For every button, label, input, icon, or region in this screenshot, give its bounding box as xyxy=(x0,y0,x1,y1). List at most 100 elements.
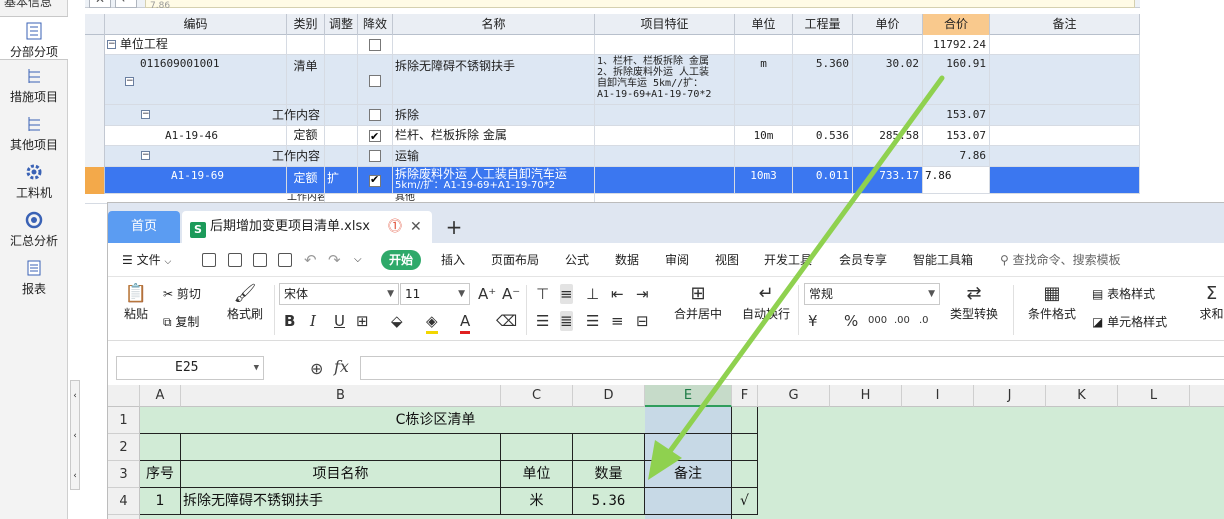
percent-icon[interactable]: % xyxy=(844,311,858,331)
reduce-checkbox[interactable] xyxy=(369,149,381,162)
collapse-icon[interactable]: − xyxy=(107,40,116,49)
menu-member[interactable]: 会员专享 xyxy=(839,243,887,277)
table-style-button[interactable]: ▤ 表格样式 xyxy=(1092,285,1155,302)
nav-item-cuoshi[interactable]: 措施项目 xyxy=(0,66,68,108)
increase-font-icon[interactable]: A⁺ xyxy=(478,284,496,304)
column-header[interactable]: D xyxy=(573,385,645,407)
cell-a2[interactable] xyxy=(140,434,181,461)
fill-pattern-icon[interactable]: ⬙ xyxy=(391,311,403,331)
cell-c3[interactable]: 单位 xyxy=(501,461,573,488)
cell-b3[interactable]: 项目名称 xyxy=(181,461,501,488)
total-cell-editing[interactable]: 7.86 xyxy=(923,167,990,193)
column-header[interactable]: A xyxy=(140,385,181,407)
col-header[interactable]: 调整 xyxy=(325,14,358,35)
decrease-font-icon[interactable]: A⁻ xyxy=(502,284,520,304)
paste-button[interactable]: 📋 粘贴 xyxy=(118,283,154,322)
redo-icon[interactable]: ↷ xyxy=(328,243,341,277)
menu-developer[interactable]: 开发工具 xyxy=(764,243,812,277)
merge-center-button[interactable]: ⊞ 合并居中 xyxy=(666,283,730,322)
reduce-checkbox[interactable] xyxy=(369,108,381,121)
col-header[interactable]: 项目特征 xyxy=(595,14,735,35)
nav-item-baobiao[interactable]: 报表 xyxy=(0,258,68,300)
column-header[interactable]: G xyxy=(758,385,830,407)
cell-d3[interactable]: 数量 xyxy=(573,461,645,488)
italic-icon[interactable]: I xyxy=(310,311,316,331)
indent-increase-icon[interactable]: ⇥ xyxy=(636,284,649,304)
add-tab-button[interactable]: + xyxy=(442,211,466,243)
border-icon[interactable]: ⊞ xyxy=(356,311,369,331)
cell-e4[interactable] xyxy=(645,488,732,515)
cell-e3[interactable]: 备注 xyxy=(645,461,732,488)
quick-access-dropdown-icon[interactable]: ⌵ xyxy=(354,243,362,277)
cell-e2[interactable] xyxy=(645,434,732,461)
table-row[interactable]: A1-19-46 定额 栏杆、栏板拆除 金属 10m 0.536 285.58 … xyxy=(85,126,1140,146)
align-center-icon[interactable]: ≣ xyxy=(560,311,573,331)
col-header[interactable]: 工程量 xyxy=(793,14,853,35)
fx-icon[interactable]: fx xyxy=(334,357,349,376)
reduce-checkbox[interactable] xyxy=(369,128,381,145)
cell-c4[interactable]: 米 xyxy=(501,488,573,515)
column-header[interactable]: F xyxy=(732,385,758,407)
cell-style-button[interactable]: ◪ 单元格样式 xyxy=(1092,313,1167,330)
increase-decimal-icon[interactable]: .00 xyxy=(894,311,910,331)
bold-icon[interactable]: B xyxy=(284,311,295,331)
row-header[interactable]: 2 xyxy=(108,434,140,461)
col-header[interactable]: 合价 xyxy=(923,14,990,35)
col-header[interactable]: 备注 xyxy=(990,14,1140,35)
align-top-icon[interactable]: ⊤ xyxy=(536,284,549,304)
cell-f2[interactable] xyxy=(732,434,758,461)
nav-item-fenbu[interactable]: 分部分项 xyxy=(0,16,68,60)
indent-decrease-icon[interactable]: ⇤ xyxy=(611,284,624,304)
cell-f3[interactable] xyxy=(732,461,758,488)
eraser-icon[interactable]: ⌫ xyxy=(496,311,517,331)
cell-a4[interactable]: 1 xyxy=(140,488,181,515)
row-header[interactable]: 4 xyxy=(108,488,140,515)
zoom-icon[interactable]: ⊕ xyxy=(310,359,323,378)
print-preview-icon[interactable] xyxy=(278,253,292,267)
tab-file[interactable]: S 后期增加变更项目清单.xlsx ⓵ ✕ xyxy=(182,211,432,243)
collapse-icon[interactable]: − xyxy=(141,110,150,119)
print-icon[interactable] xyxy=(253,253,267,267)
column-header-active[interactable]: E xyxy=(645,385,732,407)
feature-cell[interactable]: 1、栏杆、栏板拆除 金属 2、拆除废料外运 人工装 自卸汽车运 5km//扩： … xyxy=(595,55,735,104)
font-size-select[interactable]: 11 ▼ xyxy=(400,283,470,305)
select-all-corner[interactable] xyxy=(108,385,140,407)
cell-e5[interactable] xyxy=(645,515,732,519)
reduce-checkbox[interactable] xyxy=(369,38,381,51)
name-box[interactable]: E25 ▼ xyxy=(116,356,264,380)
menu-review[interactable]: 审阅 xyxy=(665,243,689,277)
align-right-icon[interactable]: ☰ xyxy=(586,311,599,331)
cell-a3[interactable]: 序号 xyxy=(140,461,181,488)
align-left-icon[interactable]: ☰ xyxy=(536,311,549,331)
nav-item-gongliaoji[interactable]: 工料机 xyxy=(0,162,68,204)
menu-view[interactable]: 视图 xyxy=(715,243,739,277)
thousands-icon[interactable]: 000 xyxy=(868,311,887,331)
cell-f4[interactable]: √ xyxy=(732,488,758,515)
table-row[interactable]: − 单位工程 11792.24 xyxy=(85,35,1140,55)
reduce-checkbox[interactable] xyxy=(369,74,381,87)
cell-c2[interactable] xyxy=(501,434,573,461)
table-row[interactable]: − 工作内容 运输 7.86 xyxy=(85,146,1140,167)
justify-icon[interactable]: ≡ xyxy=(611,311,624,331)
table-row[interactable]: 011609001001 − 清单 拆除无障碍不锈钢扶手 1、栏杆、栏板拆除 金… xyxy=(85,55,1140,105)
column-header[interactable]: H xyxy=(830,385,902,407)
menu-file[interactable]: ☰ 文件 ⌵ xyxy=(122,243,171,277)
column-header[interactable]: I xyxy=(902,385,974,407)
column-header[interactable]: B xyxy=(181,385,501,407)
column-header[interactable]: C xyxy=(501,385,573,407)
command-search[interactable]: ⚲ 查找命令、搜索模板 xyxy=(1000,243,1121,277)
column-header[interactable]: K xyxy=(1046,385,1118,407)
table-row-selected[interactable]: A1-19-69 定额 扩 拆除废料外运 人工装自卸汽车运 5km//扩：A1-… xyxy=(85,167,1140,194)
close-icon[interactable]: ✕ xyxy=(410,211,422,243)
font-color-icon[interactable]: A xyxy=(460,311,471,334)
name-cell[interactable]: 拆除 xyxy=(393,105,595,125)
fill-color-icon[interactable]: ◈ xyxy=(426,311,438,334)
row-header[interactable]: 1 xyxy=(108,407,140,434)
underline-icon[interactable]: U xyxy=(334,311,345,331)
name-cell[interactable]: 拆除无障碍不锈钢扶手 xyxy=(393,55,595,104)
menu-page-layout[interactable]: 页面布局 xyxy=(491,243,539,277)
number-format-select[interactable]: 常规 ▼ xyxy=(804,283,940,305)
format-painter-button[interactable]: 🖌 格式刷 xyxy=(223,283,267,322)
align-middle-icon[interactable]: ≡ xyxy=(560,284,573,304)
conditional-format-button[interactable]: ▦ 条件格式 xyxy=(1020,283,1084,322)
